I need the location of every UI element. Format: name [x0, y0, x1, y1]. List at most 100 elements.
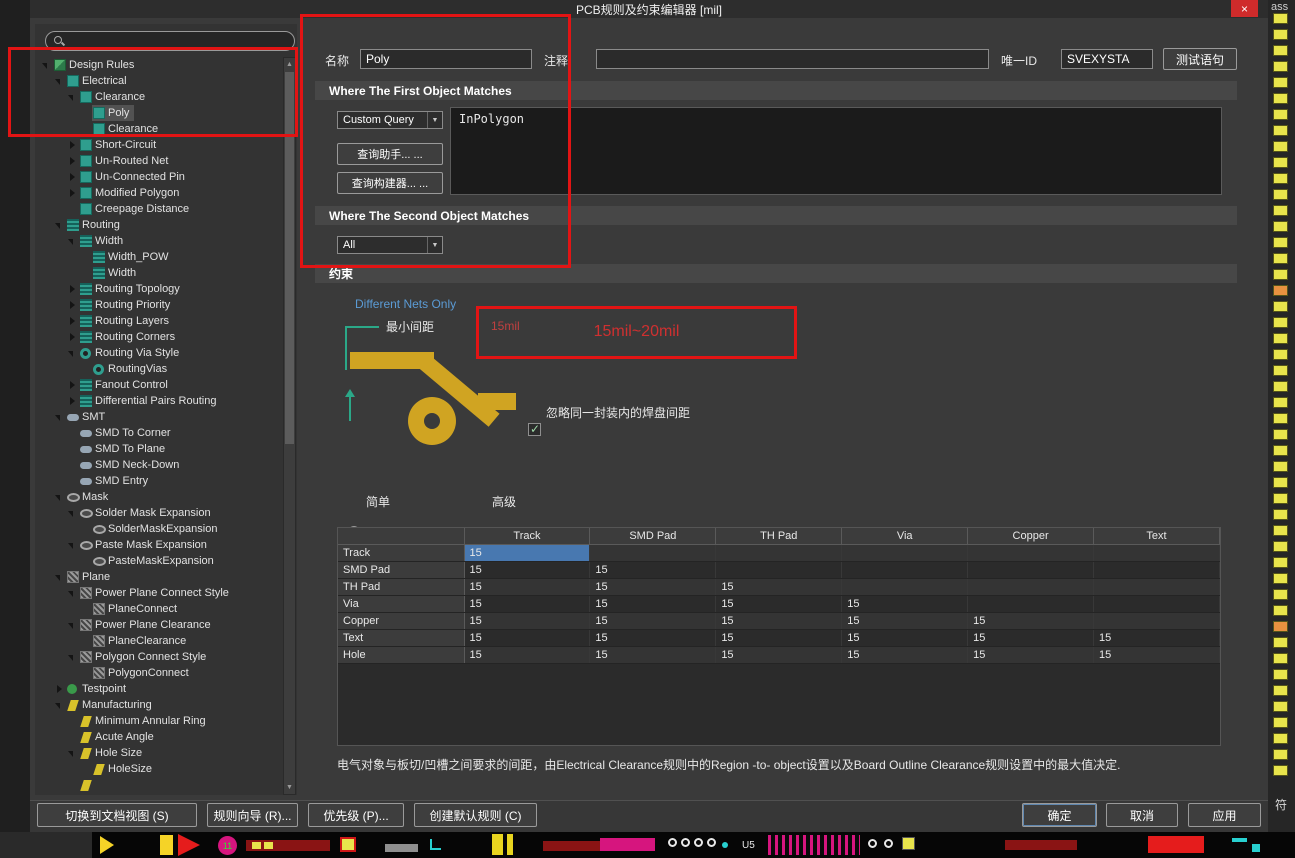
tree-item-poly[interactable]: Poly — [37, 105, 281, 121]
layer-color-swatch[interactable] — [1273, 637, 1288, 648]
layer-color-swatch[interactable] — [1273, 541, 1288, 552]
tree-item-testpoint[interactable]: Testpoint — [37, 681, 281, 697]
tree-search-box[interactable] — [45, 31, 295, 51]
layer-color-swatch[interactable] — [1273, 733, 1288, 744]
tree-item-design-rules[interactable]: Design Rules — [37, 57, 281, 73]
layer-color-swatch[interactable] — [1273, 685, 1288, 696]
tree-item-clearance[interactable]: Clearance — [37, 89, 281, 105]
collapse-arrow-icon[interactable] — [67, 540, 78, 551]
matrix-cell[interactable] — [1093, 578, 1220, 596]
layer-color-swatch[interactable] — [1273, 461, 1288, 472]
create-default-button[interactable]: 创建默认规则 (C) — [414, 803, 537, 827]
collapse-arrow-icon[interactable] — [67, 508, 78, 519]
layer-color-swatch[interactable] — [1273, 285, 1288, 296]
tree-item-modified-polygon[interactable]: Modified Polygon — [37, 185, 281, 201]
matrix-cell[interactable]: 15 — [715, 612, 843, 630]
rule-name-input[interactable] — [360, 49, 532, 69]
expand-arrow-icon[interactable] — [67, 380, 78, 391]
query-builder-button[interactable]: 查询构建器... ... — [337, 172, 443, 194]
expand-arrow-icon[interactable] — [67, 140, 78, 151]
matrix-cell[interactable]: 15 — [715, 646, 843, 664]
matrix-cell[interactable] — [841, 561, 969, 579]
collapse-arrow-icon[interactable] — [41, 60, 52, 71]
query-editor[interactable]: InPolygon — [450, 107, 1222, 195]
matrix-cell[interactable]: 15 — [589, 629, 717, 647]
layer-color-swatch[interactable] — [1273, 109, 1288, 120]
matrix-cell[interactable]: 15 — [589, 646, 717, 664]
tree-item-minimum-annular-ring[interactable]: Minimum Annular Ring — [37, 713, 281, 729]
layer-color-swatch[interactable] — [1273, 189, 1288, 200]
layer-color-swatch[interactable] — [1273, 45, 1288, 56]
tree-item-creepage-distance[interactable]: Creepage Distance — [37, 201, 281, 217]
collapse-arrow-icon[interactable] — [54, 220, 65, 231]
layer-color-swatch[interactable] — [1273, 237, 1288, 248]
layer-color-swatch[interactable] — [1273, 669, 1288, 680]
tree-item-routing-priority[interactable]: Routing Priority — [37, 297, 281, 313]
matrix-cell[interactable]: 15 — [967, 646, 1095, 664]
close-button[interactable]: × — [1231, 0, 1258, 17]
tree-item-smd-to-corner[interactable]: SMD To Corner — [37, 425, 281, 441]
collapse-arrow-icon[interactable] — [54, 572, 65, 583]
tree-item-un-routed-net[interactable]: Un-Routed Net — [37, 153, 281, 169]
layer-color-swatch[interactable] — [1273, 221, 1288, 232]
ok-button[interactable]: 确定 — [1022, 803, 1097, 827]
comment-input[interactable] — [596, 49, 989, 69]
layer-color-swatch[interactable] — [1273, 589, 1288, 600]
collapse-arrow-icon[interactable] — [67, 620, 78, 631]
matrix-cell[interactable] — [715, 561, 843, 579]
tree-item-polygon-connect-style[interactable]: Polygon Connect Style — [37, 649, 281, 665]
scroll-down-icon[interactable]: ▼ — [284, 781, 295, 793]
matrix-cell[interactable]: 15 — [589, 561, 717, 579]
expand-arrow-icon[interactable] — [67, 188, 78, 199]
collapse-arrow-icon[interactable] — [67, 652, 78, 663]
layer-color-swatch[interactable] — [1273, 381, 1288, 392]
layer-color-swatch[interactable] — [1273, 333, 1288, 344]
matrix-cell[interactable]: 15 — [715, 578, 843, 596]
matrix-cell[interactable]: 15 — [589, 612, 717, 630]
matrix-cell[interactable] — [841, 578, 969, 596]
layer-color-swatch[interactable] — [1273, 653, 1288, 664]
expand-arrow-icon[interactable] — [54, 684, 65, 695]
tree-item-routing-via-style[interactable]: Routing Via Style — [37, 345, 281, 361]
matrix-cell[interactable]: 15 — [589, 595, 717, 613]
layer-color-swatch[interactable] — [1273, 397, 1288, 408]
tree-item-routing[interactable]: Routing — [37, 217, 281, 233]
tree-item-planeconnect[interactable]: PlaneConnect — [37, 601, 281, 617]
layer-color-swatch[interactable] — [1273, 765, 1288, 776]
layer-color-swatch[interactable] — [1273, 749, 1288, 760]
matrix-cell[interactable] — [589, 544, 717, 562]
matrix-cell[interactable]: 15 — [464, 612, 591, 630]
expand-arrow-icon[interactable] — [67, 300, 78, 311]
layer-color-swatch[interactable] — [1273, 61, 1288, 72]
matrix-cell[interactable]: 15 — [589, 578, 717, 596]
layer-color-swatch[interactable] — [1273, 621, 1288, 632]
tree-item-smd-to-plane[interactable]: SMD To Plane — [37, 441, 281, 457]
matrix-cell[interactable]: 15 — [464, 544, 591, 562]
first-match-dropdown[interactable]: Custom Query ▼ — [337, 111, 443, 129]
matrix-cell[interactable]: 15 — [841, 612, 969, 630]
layer-color-swatch[interactable] — [1273, 253, 1288, 264]
clearance-value[interactable]: 15mil — [491, 319, 520, 333]
matrix-cell[interactable]: 15 — [841, 595, 969, 613]
layer-color-swatch[interactable] — [1273, 141, 1288, 152]
tree-item-width[interactable]: Width — [37, 233, 281, 249]
tree-item-electrical[interactable]: Electrical — [37, 73, 281, 89]
apply-button[interactable]: 应用 — [1188, 803, 1261, 827]
layer-color-swatch[interactable] — [1273, 701, 1288, 712]
expand-arrow-icon[interactable] — [67, 332, 78, 343]
second-match-dropdown[interactable]: All ▼ — [337, 236, 443, 254]
tree-item-mask[interactable]: Mask — [37, 489, 281, 505]
matrix-cell[interactable] — [841, 544, 969, 562]
layer-color-swatch[interactable] — [1273, 365, 1288, 376]
tree-item-blank[interactable] — [37, 777, 281, 793]
collapse-arrow-icon[interactable] — [67, 92, 78, 103]
tree-item-acute-angle[interactable]: Acute Angle — [37, 729, 281, 745]
matrix-cell[interactable] — [715, 544, 843, 562]
matrix-cell[interactable]: 15 — [841, 629, 969, 647]
tree-item-planeclearance[interactable]: PlaneClearance — [37, 633, 281, 649]
layer-color-swatch[interactable] — [1273, 429, 1288, 440]
collapse-arrow-icon[interactable] — [54, 700, 65, 711]
tree-item-smd-neck-down[interactable]: SMD Neck-Down — [37, 457, 281, 473]
unique-id-input[interactable] — [1061, 49, 1153, 69]
matrix-cell[interactable] — [1093, 612, 1220, 630]
